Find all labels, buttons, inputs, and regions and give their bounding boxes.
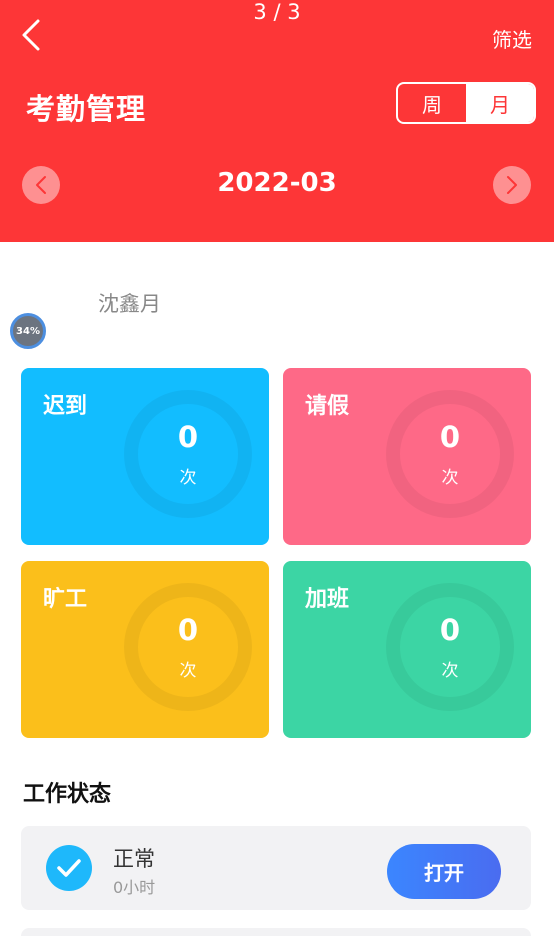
stat-value: 0: [177, 420, 199, 454]
work-status-row: 正常 0小时 打开: [21, 826, 531, 910]
stat-card-overtime[interactable]: 加班 0 次: [283, 561, 531, 738]
stat-label: 迟到: [43, 394, 88, 419]
stat-unit: 次: [441, 661, 459, 681]
status-label: 正常: [113, 847, 155, 871]
header: 3 / 3 筛选 考勤管理 周 月 2022-03: [0, 0, 554, 242]
progress-badge: 34%: [10, 313, 46, 349]
page-indicator: 3 / 3: [253, 0, 301, 24]
tab-month[interactable]: 月: [466, 84, 534, 122]
work-status-row: [21, 928, 531, 936]
attendance-page: 3 / 3 筛选 考勤管理 周 月 2022-03 沈鑫月 34% 迟到 0 次…: [0, 0, 554, 936]
back-button[interactable]: [14, 16, 48, 54]
stat-ring: [124, 583, 252, 711]
open-button[interactable]: 打开: [387, 844, 501, 899]
stat-label: 请假: [305, 394, 350, 419]
page-title: 考勤管理: [26, 92, 147, 126]
check-icon: [46, 845, 92, 891]
filter-button[interactable]: 筛选: [492, 24, 532, 53]
stat-label: 旷工: [43, 587, 88, 612]
chevron-left-icon: [22, 19, 40, 51]
stat-value: 0: [439, 420, 461, 454]
section-title-work-status: 工作状态: [23, 782, 112, 807]
period-toggle: 周 月: [396, 82, 536, 124]
stat-card-absent[interactable]: 旷工 0 次: [21, 561, 269, 738]
stat-ring: [386, 390, 514, 518]
stat-label: 加班: [305, 587, 350, 612]
stat-ring: [124, 390, 252, 518]
stat-unit: 次: [179, 468, 197, 488]
stat-value: 0: [439, 613, 461, 647]
stat-card-leave[interactable]: 请假 0 次: [283, 368, 531, 545]
user-name: 沈鑫月: [98, 292, 161, 316]
stat-unit: 次: [441, 468, 459, 488]
status-hours: 0小时: [113, 878, 156, 897]
stat-ring: [386, 583, 514, 711]
next-month-button[interactable]: [493, 166, 531, 204]
stat-card-late[interactable]: 迟到 0 次: [21, 368, 269, 545]
current-month: 2022-03: [217, 168, 337, 198]
tab-week[interactable]: 周: [398, 84, 466, 122]
stat-value: 0: [177, 613, 199, 647]
stat-unit: 次: [179, 661, 197, 681]
chevron-right-icon: [507, 176, 517, 194]
